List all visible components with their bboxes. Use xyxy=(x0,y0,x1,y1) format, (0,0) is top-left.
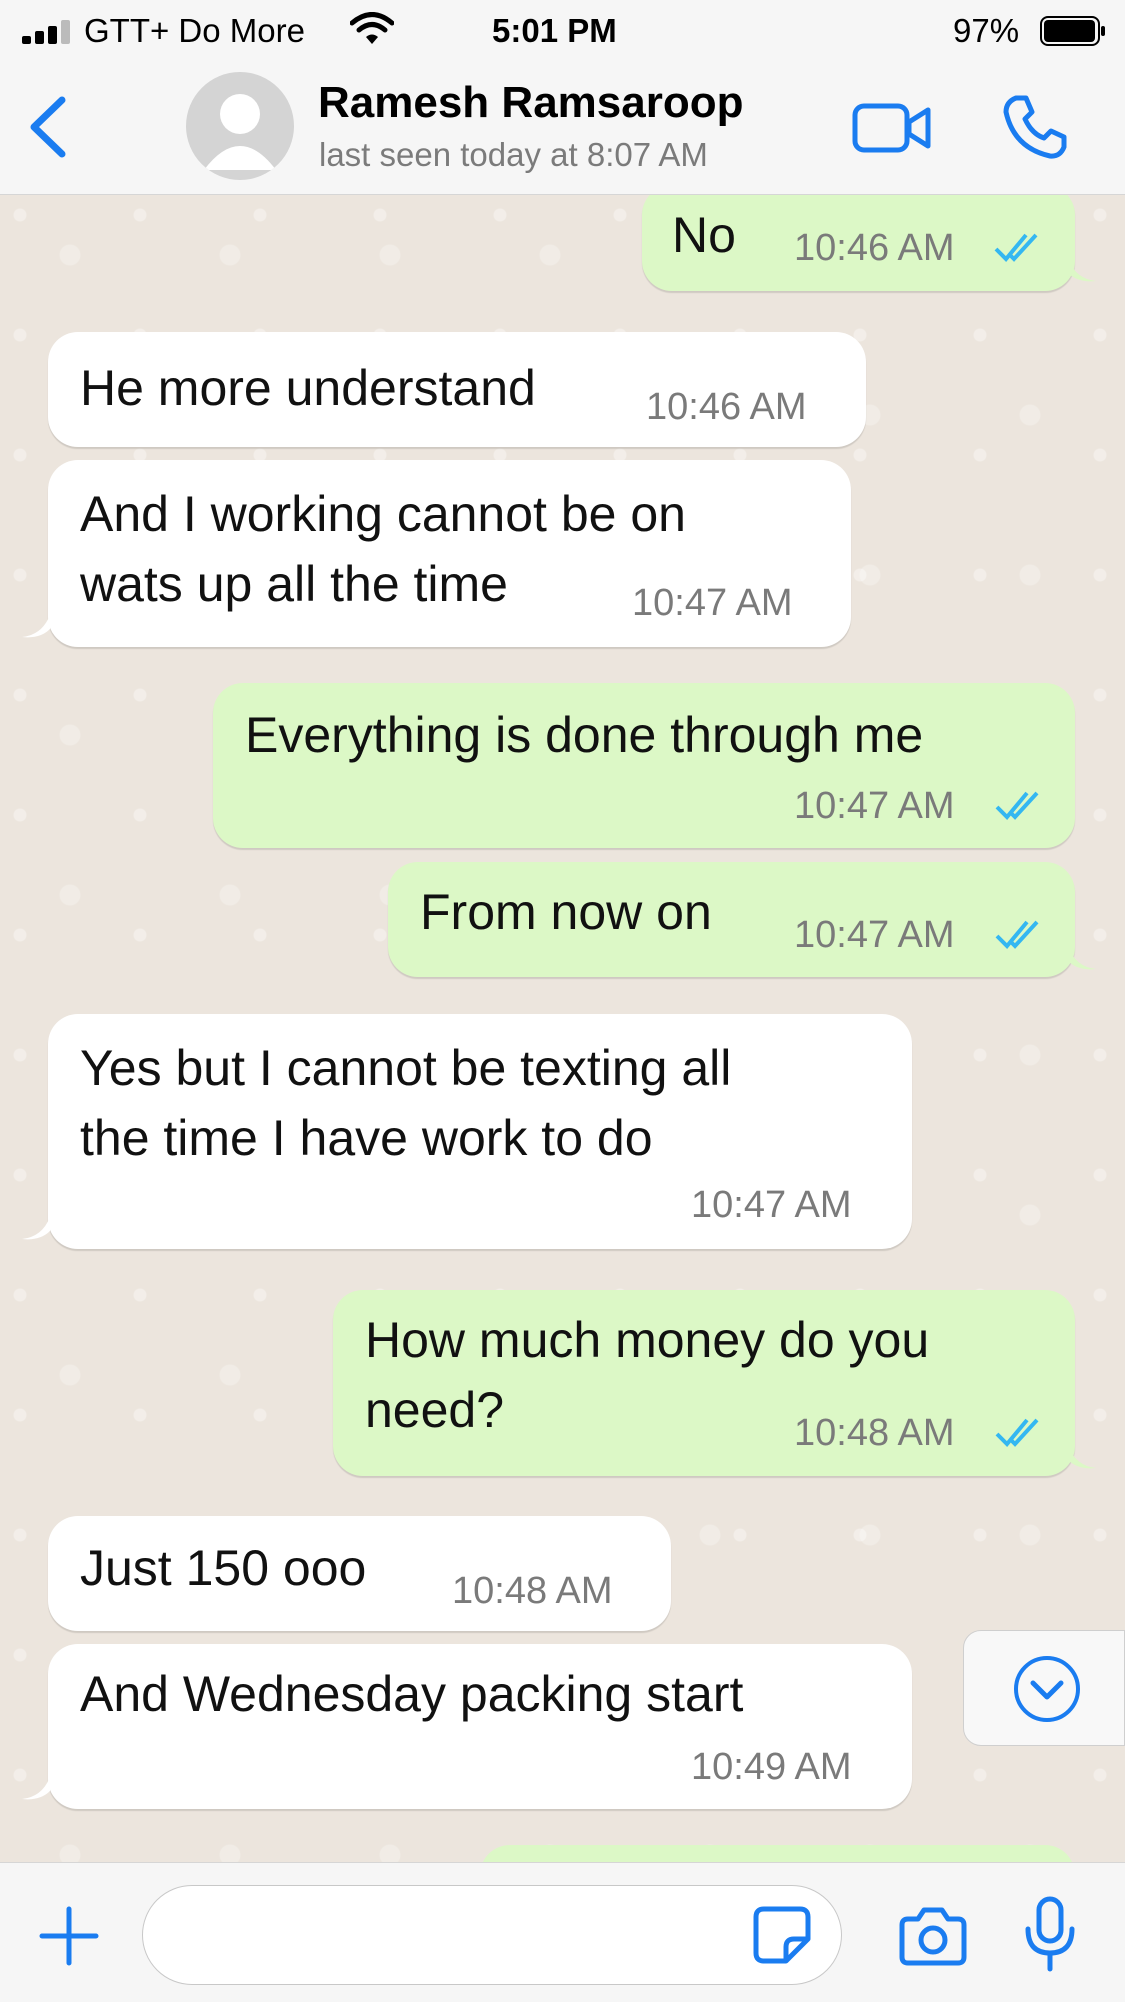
message-list[interactable]: No 10:46 AM He more understand 10:46 AM … xyxy=(0,195,1125,1862)
message-time: 10:46 AM xyxy=(794,227,955,269)
microphone-icon[interactable] xyxy=(1022,1895,1078,1973)
avatar-icon xyxy=(204,94,276,170)
bubble-tail xyxy=(22,1777,50,1800)
message-text: Everything is done through me xyxy=(245,707,924,763)
message-time: 10:47 AM xyxy=(632,582,793,624)
contact-name[interactable]: Ramesh Ramsaroop xyxy=(318,78,743,128)
bubble-tail xyxy=(22,615,50,638)
message-time: 10:49 AM xyxy=(691,1746,852,1788)
read-ticks-icon xyxy=(994,233,1038,262)
message-time: 10:47 AM xyxy=(794,914,955,956)
outgoing-message[interactable]: Everything is done through me 10:47 AM xyxy=(213,683,1075,848)
message-composer xyxy=(0,1862,1125,2002)
status-bar: GTT+ Do More 5:01 PM 97% xyxy=(0,0,1125,64)
message-time: 10:46 AM xyxy=(646,386,807,428)
message-text: And Wednesday packing start xyxy=(80,1666,744,1722)
incoming-message[interactable]: Just 150 ooo 10:48 AM xyxy=(48,1516,671,1631)
avatar[interactable] xyxy=(186,72,294,180)
wifi-icon xyxy=(350,12,394,44)
status-time: 5:01 PM xyxy=(492,12,617,49)
message-text-line: need? xyxy=(365,1382,505,1438)
message-time: 10:48 AM xyxy=(452,1570,613,1612)
incoming-message[interactable]: He more understand 10:46 AM xyxy=(48,332,866,447)
video-camera-icon[interactable] xyxy=(852,98,932,158)
outgoing-message[interactable]: How much money do you need? 10:48 AM xyxy=(333,1290,1075,1476)
message-text-line: And I working cannot be on xyxy=(80,486,686,542)
battery-icon xyxy=(1040,16,1105,46)
plus-icon[interactable] xyxy=(38,1905,100,1967)
incoming-message[interactable]: And Wednesday packing start 10:49 AM xyxy=(48,1644,912,1809)
battery-percentage: 97% xyxy=(953,12,1020,49)
message-text: Just 150 ooo xyxy=(80,1540,367,1596)
message-time: 10:47 AM xyxy=(691,1184,852,1226)
read-ticks-icon xyxy=(995,791,1039,820)
message-text: No xyxy=(672,207,736,263)
sticker-icon[interactable] xyxy=(752,1905,812,1965)
carrier-name: GTT+ Do More xyxy=(84,12,305,49)
signal-icon xyxy=(22,20,72,44)
incoming-message[interactable]: And I working cannot be on wats up all t… xyxy=(48,460,851,647)
incoming-message[interactable]: Yes but I cannot be texting all the time… xyxy=(48,1014,912,1249)
message-text-line: Yes but I cannot be texting all xyxy=(80,1040,732,1096)
message-text: From now on xyxy=(420,884,712,940)
camera-icon[interactable] xyxy=(898,1905,968,1967)
message-input[interactable] xyxy=(142,1885,842,1985)
outgoing-message-partial[interactable] xyxy=(480,1845,1075,1862)
back-chevron-icon[interactable] xyxy=(22,92,72,162)
bubble-tail xyxy=(1068,1446,1096,1469)
message-text-line: wats up all the time xyxy=(80,556,508,612)
message-time: 10:48 AM xyxy=(794,1412,955,1454)
chat-header: Ramesh Ramsaroop last seen today at 8:07… xyxy=(0,64,1125,195)
bubble-tail xyxy=(1068,947,1096,970)
scroll-to-bottom-button[interactable] xyxy=(963,1630,1125,1746)
read-ticks-icon xyxy=(995,1418,1039,1447)
message-text: He more understand xyxy=(80,360,536,416)
scroll-down-chevron-icon xyxy=(1014,1656,1080,1722)
last-seen-status: last seen today at 8:07 AM xyxy=(319,136,708,173)
message-text-line: the time I have work to do xyxy=(80,1110,653,1166)
message-text-line: How much money do you xyxy=(365,1312,930,1368)
message-time: 10:47 AM xyxy=(794,785,955,827)
outgoing-message[interactable]: From now on 10:47 AM xyxy=(388,862,1075,977)
phone-icon[interactable] xyxy=(1000,92,1070,162)
read-ticks-icon xyxy=(995,920,1039,949)
outgoing-message[interactable]: No 10:46 AM xyxy=(642,195,1075,291)
bubble-tail xyxy=(1068,259,1096,282)
bubble-tail xyxy=(22,1217,50,1240)
